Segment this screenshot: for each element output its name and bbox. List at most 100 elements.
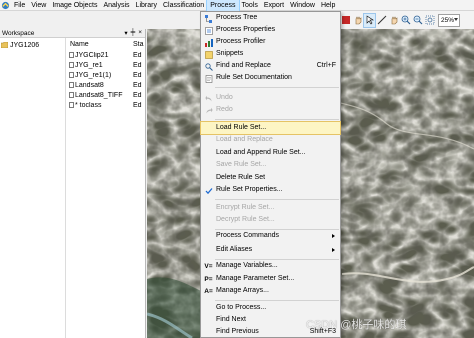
- snippets-icon: [204, 50, 213, 59]
- item-name: * toclass: [75, 101, 102, 109]
- process-properties-icon: [204, 26, 213, 35]
- menu-item-load-rule-set[interactable]: Load Rule Set...: [200, 121, 341, 135]
- menu-item-label: Load Rule Set...: [216, 124, 267, 131]
- process-profiler-icon: [204, 38, 213, 47]
- menu-item-label: Find and Replace: [216, 62, 271, 69]
- close-icon[interactable]: ×: [138, 29, 142, 37]
- menu-image-objects[interactable]: Image Objects: [49, 0, 100, 11]
- menu-item-label: Edit Aliases: [216, 246, 253, 253]
- item-status: Ed: [133, 91, 142, 99]
- workspace-panel: Workspace ▾ ╪ × JYG1206 Name Sta JYGClip…: [0, 29, 146, 338]
- project-icon: [69, 52, 74, 58]
- menu-separator: [215, 199, 339, 200]
- menu-item-process-commands[interactable]: Process Commands: [201, 230, 340, 242]
- menu-item-label: Rule Set Documentation: [216, 74, 292, 81]
- menu-item-label: Process Commands: [216, 232, 280, 239]
- menu-item-find-replace[interactable]: Find and Replace Ctrl+F: [201, 60, 340, 72]
- menu-item-decrypt-rule-set[interactable]: Decrypt Rule Set...: [201, 214, 340, 226]
- folder-icon: [1, 42, 8, 48]
- line-icon[interactable]: [376, 14, 387, 27]
- item-name: JYGClip21: [75, 51, 109, 59]
- pan-hand-icon-2[interactable]: [388, 14, 399, 27]
- pin-icon[interactable]: ╪: [131, 29, 136, 37]
- column-name[interactable]: Name: [67, 41, 133, 48]
- menu-help[interactable]: Help: [318, 0, 338, 11]
- list-item[interactable]: JYG_re1(1) Ed: [67, 70, 146, 80]
- menu-item-save-rule-set[interactable]: Save Rule Set...: [201, 159, 340, 171]
- find-replace-icon: [204, 62, 213, 71]
- column-headers: Name Sta: [67, 39, 146, 50]
- zoom-out-icon[interactable]: [412, 14, 423, 27]
- menu-item-label: Process Properties: [216, 26, 276, 33]
- menu-item-load-and-replace[interactable]: Load and Replace: [201, 134, 340, 146]
- item-status: Ed: [133, 51, 142, 59]
- menu-item-edit-aliases[interactable]: Edit Aliases: [201, 244, 340, 256]
- panel-menu-icon[interactable]: ▾: [124, 29, 127, 37]
- redo-icon: [204, 106, 213, 115]
- list-item[interactable]: JYGClip21 Ed: [67, 50, 146, 60]
- list-item[interactable]: JYG_re1 Ed: [67, 60, 146, 70]
- menu-separator: [215, 119, 339, 120]
- menu-process[interactable]: Process: [206, 0, 240, 12]
- workspace-tree: JYG1206: [0, 38, 66, 338]
- item-status: Ed: [133, 71, 142, 79]
- menu-item-label: Load and Append Rule Set...: [216, 149, 306, 156]
- zoom-select[interactable]: 25%: [438, 13, 460, 27]
- submenu-arrow-icon: [332, 234, 335, 238]
- menu-item-undo[interactable]: Undo: [201, 92, 340, 104]
- process-dropdown-menu: Process Tree Process Properties Process …: [200, 11, 341, 338]
- project-icon: [69, 82, 74, 88]
- menu-file[interactable]: File: [11, 0, 28, 11]
- menu-item-rule-set-properties[interactable]: Rule Set Properties...: [201, 184, 340, 196]
- menu-library[interactable]: Library: [133, 0, 160, 11]
- pan-hand-icon[interactable]: [352, 14, 363, 27]
- menu-export[interactable]: Export: [261, 0, 287, 11]
- menu-item-go-to-process[interactable]: Go to Process...: [201, 302, 340, 314]
- list-item[interactable]: Landsat8 Ed: [67, 80, 146, 90]
- menu-item-manage-arrays[interactable]: A= Manage Arrays...: [201, 285, 340, 297]
- menu-item-process-tree[interactable]: Process Tree: [201, 12, 340, 24]
- menu-item-redo[interactable]: Redo: [201, 104, 340, 116]
- menu-window[interactable]: Window: [287, 0, 318, 11]
- menu-item-shortcut: Ctrl+F: [316, 62, 336, 69]
- menu-item-encrypt-rule-set[interactable]: Encrypt Rule Set...: [201, 202, 340, 214]
- item-name: Landsat8_TIFF: [75, 91, 123, 99]
- menu-item-manage-variables[interactable]: V= Manage Variables...: [201, 260, 340, 272]
- item-name: JYG_re1(1): [75, 71, 112, 79]
- list-item[interactable]: Landsat8_TIFF Ed: [67, 90, 146, 100]
- menu-tools[interactable]: Tools: [239, 0, 261, 11]
- pointer-icon[interactable]: [363, 12, 376, 28]
- parameter-set-icon: P=: [204, 276, 213, 283]
- workspace-title: Workspace: [2, 29, 35, 37]
- list-item[interactable]: * toclass Ed: [67, 100, 146, 110]
- menu-item-label: Manage Variables...: [216, 262, 278, 269]
- tree-root-item[interactable]: JYG1206: [0, 40, 65, 50]
- menu-item-process-profiler[interactable]: Process Profiler: [201, 36, 340, 48]
- menu-separator: [215, 300, 339, 301]
- arrays-icon: A=: [204, 288, 213, 295]
- item-status: Ed: [133, 81, 142, 89]
- menu-analysis[interactable]: Analysis: [100, 0, 132, 11]
- menu-separator: [215, 87, 339, 88]
- menu-classification[interactable]: Classification: [160, 0, 207, 11]
- zoom-in-icon[interactable]: [400, 14, 411, 27]
- menu-item-label: Redo: [216, 106, 233, 113]
- toolbar: 25%: [337, 11, 474, 29]
- menu-item-snippets[interactable]: Snippets: [201, 48, 340, 60]
- item-status: Ed: [133, 101, 142, 109]
- menu-item-load-append-rule-set[interactable]: Load and Append Rule Set...: [201, 147, 340, 159]
- zoom-area-icon[interactable]: [424, 14, 435, 27]
- project-icon: [69, 92, 74, 98]
- column-status[interactable]: Sta: [133, 41, 146, 48]
- menu-item-rule-set-documentation[interactable]: Rule Set Documentation: [201, 72, 340, 84]
- menu-item-manage-parameter-set[interactable]: P= Manage Parameter Set...: [201, 273, 340, 285]
- menu-item-delete-rule-set[interactable]: Delete Rule Set: [201, 172, 340, 184]
- menu-item-label: Find Previous: [216, 328, 259, 335]
- menu-item-label: Decrypt Rule Set...: [216, 216, 275, 223]
- stop-icon[interactable]: [340, 14, 351, 27]
- project-icon: [69, 102, 74, 108]
- menu-view[interactable]: View: [28, 0, 49, 11]
- tree-root-label: JYG1206: [10, 41, 40, 49]
- menu-item-process-properties[interactable]: Process Properties: [201, 24, 340, 36]
- checkmark-icon: [204, 186, 213, 195]
